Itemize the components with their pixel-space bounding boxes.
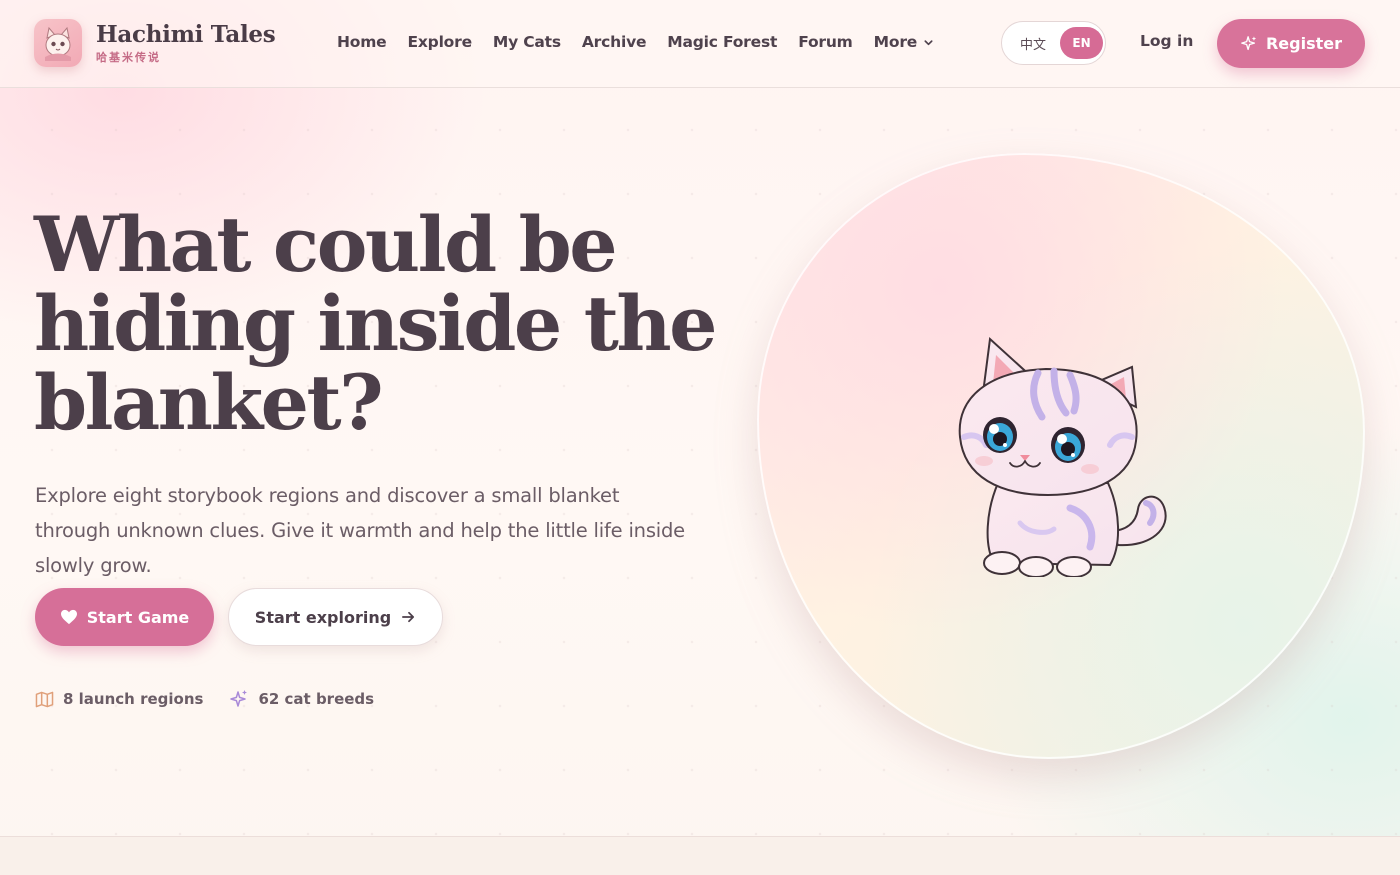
stat-breeds: 62 cat breeds <box>229 689 374 709</box>
start-game-label: Start Game <box>86 607 190 627</box>
stat-regions: 8 launch regions <box>35 690 203 708</box>
nav-my-cats[interactable]: My Cats <box>493 31 561 53</box>
cat-illustration <box>958 336 1167 577</box>
nav-forum[interactable]: Forum <box>798 31 853 53</box>
brand-name: Hachimi Tales <box>96 21 276 48</box>
nav-home[interactable]: Home <box>337 31 387 53</box>
lang-zh-option[interactable]: 中文 <box>1020 34 1046 53</box>
map-icon <box>35 691 54 707</box>
language-switcher: 中文 EN <box>1001 21 1106 65</box>
nav-magic-forest[interactable]: Magic Forest <box>667 31 777 53</box>
main-nav: Home Explore My Cats Archive Magic Fores… <box>337 31 955 53</box>
brand-subtitle: 哈基米传说 <box>96 51 161 64</box>
start-exploring-button[interactable]: Start exploring <box>228 588 443 646</box>
lang-en-option[interactable]: EN <box>1060 27 1103 59</box>
register-button[interactable]: Register <box>1217 19 1365 68</box>
hero-description: Explore eight storybook regions and disc… <box>35 484 685 577</box>
nav-explore[interactable]: Explore <box>407 31 472 53</box>
start-game-button[interactable]: Start Game <box>35 588 214 646</box>
nav-more[interactable]: More <box>874 31 934 53</box>
nav-archive[interactable]: Archive <box>582 31 647 53</box>
heart-icon <box>60 609 77 625</box>
hero-stats: 8 launch regions 62 cat breeds <box>35 689 400 709</box>
arrow-right-icon <box>402 611 415 623</box>
start-exploring-label: Start exploring <box>254 607 392 627</box>
nav-more-label: More <box>873 33 918 51</box>
cat-logo-icon <box>34 19 82 67</box>
sparkle-icon <box>230 690 248 707</box>
sparkle-icon <box>1241 35 1257 50</box>
stat-breeds-label: 62 cat breeds <box>258 690 375 708</box>
chevron-down-icon <box>924 39 933 45</box>
site-header: Hachimi Tales 哈基米传说 Home Explore My Cats… <box>0 0 1400 88</box>
next-section-edge <box>0 836 1400 875</box>
hero-title: What could be hiding inside the blanket? <box>34 200 717 447</box>
brand[interactable]: Hachimi Tales 哈基米传说 <box>34 19 276 67</box>
stat-regions-label: 8 launch regions <box>63 690 204 708</box>
login-link[interactable]: Log in <box>1140 32 1193 50</box>
register-label: Register <box>1265 34 1343 53</box>
